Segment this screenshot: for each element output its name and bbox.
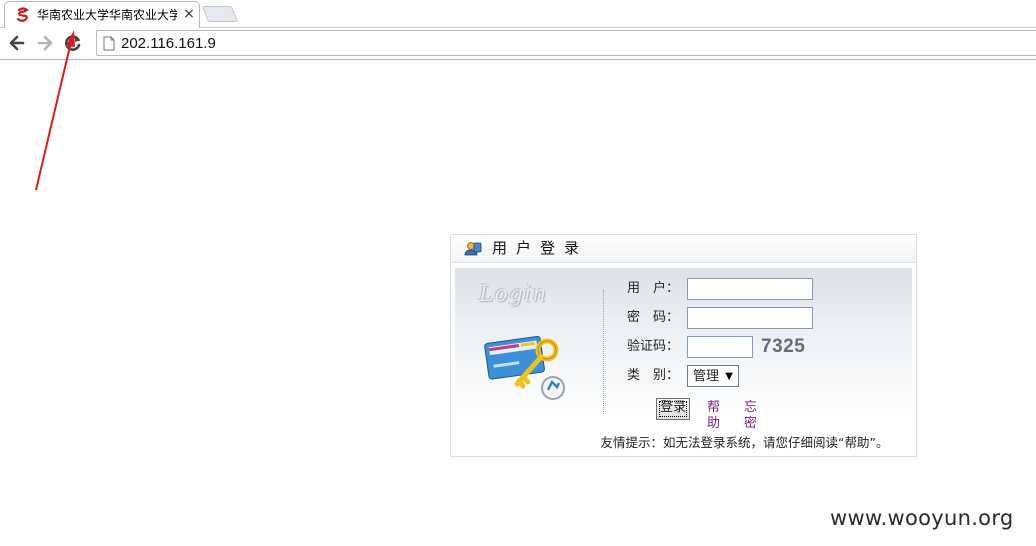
captcha-label: 验证码： xyxy=(627,339,680,354)
user-icon xyxy=(464,242,482,256)
new-tab-button[interactable] xyxy=(201,6,239,22)
panel-divider xyxy=(603,290,604,414)
wooyun-watermark: www.wooyun.org xyxy=(830,506,1014,530)
card-and-key-icon xyxy=(484,335,565,400)
login-tip: 友情提示：如无法登录系统，请您仔细阅读“帮助”。 xyxy=(600,435,889,450)
username-label: 用 户： xyxy=(627,281,680,296)
address-bar[interactable]: 202.116.161.9 xyxy=(96,30,1036,56)
captcha-input[interactable] xyxy=(687,336,753,358)
tab-close-icon[interactable]: × xyxy=(182,6,196,22)
url-text: 202.116.161.9 xyxy=(121,35,216,52)
login-button[interactable]: 登录 xyxy=(656,398,690,420)
annotation-arrow xyxy=(35,30,75,191)
captcha-image[interactable]: 7325 xyxy=(761,336,805,358)
help-link[interactable]: 帮助 xyxy=(707,400,720,432)
forgot-password-link[interactable]: 忘密 xyxy=(744,400,757,432)
password-input[interactable] xyxy=(687,307,813,329)
type-select-value: 管理 xyxy=(693,369,720,384)
tab-strip: 华南农业大学华南农业大学 × xyxy=(0,0,1036,28)
password-label: 密 码： xyxy=(627,310,680,325)
type-label: 类 别： xyxy=(627,368,680,383)
login-title: 用户登录 xyxy=(492,239,589,257)
dropdown-caret-icon: ▼ xyxy=(725,371,733,382)
type-select[interactable]: 管理 ▼ xyxy=(687,365,739,387)
login-box: 用户登录 Login 用 户： 密 码： 验证码： 7325 类 别： 管理 ▼… xyxy=(450,234,917,457)
browser-toolbar: 202.116.161.9 xyxy=(0,28,1036,60)
login-header: 用户登录 xyxy=(451,235,916,263)
login-watermark-text: Login xyxy=(479,282,548,307)
username-input[interactable] xyxy=(687,278,813,300)
